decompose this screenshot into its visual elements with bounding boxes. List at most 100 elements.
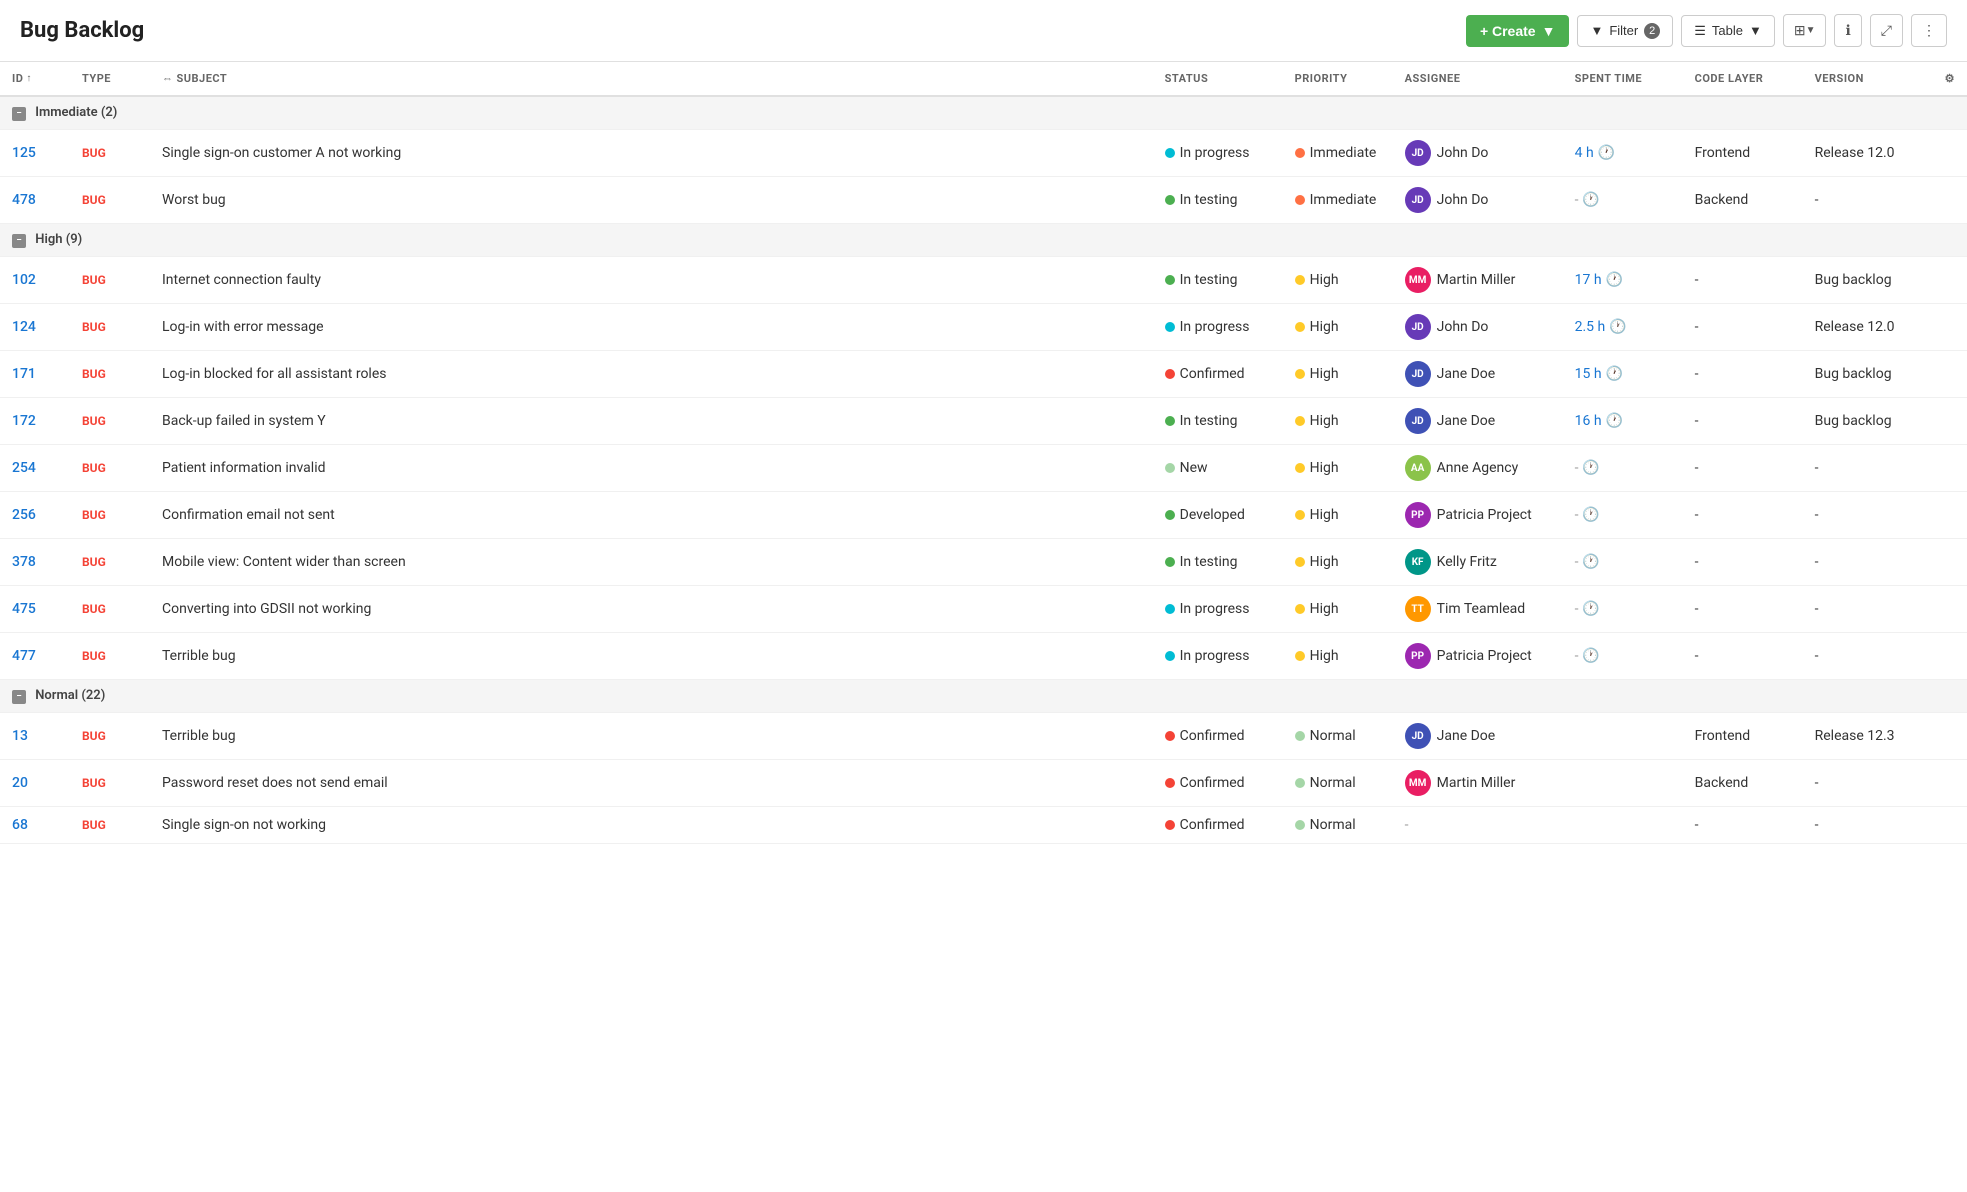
cell-subject: Log-in with error message [150,304,1153,351]
cell-status: Confirmed [1153,807,1283,844]
table-row: 102 BUG Internet connection faulty In te… [0,257,1967,304]
cell-priority: High [1283,304,1393,351]
cell-type: BUG [70,398,150,445]
cell-subject: Single sign-on not working [150,807,1153,844]
bug-id-link[interactable]: 171 [12,366,36,382]
status-text: In testing [1180,554,1238,570]
cell-code-layer: - [1683,398,1803,445]
bug-id-link[interactable]: 102 [12,272,36,288]
col-header-status: STATUS [1153,62,1283,96]
table-row: 124 BUG Log-in with error message In pro… [0,304,1967,351]
clock-icon: 🕐 [1606,413,1623,429]
group-name: Immediate (2) [35,105,117,120]
collapse-icon[interactable]: − [12,107,26,121]
cell-subject: Worst bug [150,177,1153,224]
cell-version: Bug backlog [1803,351,1933,398]
priority-dot [1295,322,1305,332]
assignee-cell: AA Anne Agency [1405,455,1551,481]
cell-spent-time: 15 h 🕐 [1563,351,1683,398]
info-button[interactable]: ℹ [1834,14,1861,47]
status-cell: In progress [1165,601,1271,617]
cell-code-layer: Frontend [1683,130,1803,177]
collapse-icon[interactable]: − [12,690,26,704]
cell-type: BUG [70,586,150,633]
cell-code-layer: - [1683,351,1803,398]
bug-id-link[interactable]: 254 [12,460,36,476]
cell-status: In progress [1153,304,1283,351]
bug-table: ID ↑ TYPE ⇔ SUBJECT STATUS PRIORITY ASSI… [0,62,1967,844]
bug-id-link[interactable]: 68 [12,817,28,833]
group-row[interactable]: − Immediate (2) [0,96,1967,130]
table-wrapper: ID ↑ TYPE ⇔ SUBJECT STATUS PRIORITY ASSI… [0,62,1967,844]
subject-text: Log-in with error message [162,319,324,335]
bug-id-link[interactable]: 124 [12,319,36,335]
priority-text: High [1310,413,1339,429]
save-view-button[interactable]: ⊞ ▼ [1783,14,1827,47]
version-text: - [1815,817,1819,833]
cell-subject: Converting into GDSII not working [150,586,1153,633]
bug-id-link[interactable]: 478 [12,192,36,208]
cell-assignee: PP Patricia Project [1393,633,1563,680]
priority-cell: Immediate [1295,145,1381,161]
col-header-code-layer: CODE LAYER [1683,62,1803,96]
cell-spent-time: 2.5 h 🕐 [1563,304,1683,351]
status-cell: In testing [1165,192,1271,208]
fullscreen-button[interactable]: ⤢ [1870,14,1903,47]
code-layer-text: Backend [1695,775,1749,791]
status-dot [1165,195,1175,205]
spent-time-dash: - 🕐 [1575,460,1600,476]
cell-version: - [1803,633,1933,680]
status-dot [1165,820,1175,830]
col-header-id[interactable]: ID ↑ [0,62,70,96]
code-layer-text: - [1695,817,1699,833]
bug-id-link[interactable]: 477 [12,648,36,664]
bug-id-link[interactable]: 256 [12,507,36,523]
page-title: Bug Backlog [20,18,1466,43]
col-header-settings[interactable]: ⚙ [1933,62,1967,96]
cell-type: BUG [70,492,150,539]
cell-spent-time [1563,807,1683,844]
create-button[interactable]: + Create ▼ [1466,15,1570,47]
subject-text: Converting into GDSII not working [162,601,371,617]
bug-id-link[interactable]: 20 [12,775,28,791]
code-layer-text: Frontend [1695,728,1751,744]
cell-id: 256 [0,492,70,539]
group-row[interactable]: − Normal (22) [0,680,1967,713]
priority-text: High [1310,601,1339,617]
more-options-button[interactable]: ⋮ [1911,14,1947,47]
status-dot [1165,510,1175,520]
assignee-name: John Do [1437,145,1489,161]
table-view-button[interactable]: ☰ Table ▼ [1681,15,1775,47]
collapse-icon[interactable]: − [12,234,26,248]
bug-id-link[interactable]: 13 [12,728,28,744]
filter-button[interactable]: ▼ Filter 2 [1577,15,1673,47]
priority-cell: High [1295,319,1381,335]
cell-subject: Confirmation email not sent [150,492,1153,539]
filter-icon: ▼ [1590,23,1603,38]
settings-icon: ⚙ [1945,72,1955,85]
cell-row-settings [1933,539,1967,586]
code-layer-text: - [1695,601,1699,617]
subject-text: Worst bug [162,192,226,208]
clock-icon: 🕐 [1582,554,1599,570]
bug-id-link[interactable]: 125 [12,145,36,161]
group-row[interactable]: − High (9) [0,224,1967,257]
cell-subject: Log-in blocked for all assistant roles [150,351,1153,398]
col-header-subject[interactable]: ⇔ SUBJECT [150,62,1153,96]
bug-id-link[interactable]: 172 [12,413,36,429]
cell-subject: Back-up failed in system Y [150,398,1153,445]
bug-id-link[interactable]: 378 [12,554,36,570]
cell-code-layer: - [1683,257,1803,304]
cell-assignee: KF Kelly Fritz [1393,539,1563,586]
avatar: JD [1405,723,1431,749]
table-row: 68 BUG Single sign-on not working Confir… [0,807,1967,844]
type-badge: BUG [82,367,106,381]
header-actions: + Create ▼ ▼ Filter 2 ☰ Table ▼ ⊞ ▼ ℹ ⤢ … [1466,14,1947,47]
avatar: AA [1405,455,1431,481]
type-badge: BUG [82,461,106,475]
assignee-cell: PP Patricia Project [1405,502,1551,528]
avatar: JD [1405,140,1431,166]
bug-id-link[interactable]: 475 [12,601,36,617]
table-icon: ☰ [1694,23,1706,39]
status-cell: In testing [1165,272,1271,288]
